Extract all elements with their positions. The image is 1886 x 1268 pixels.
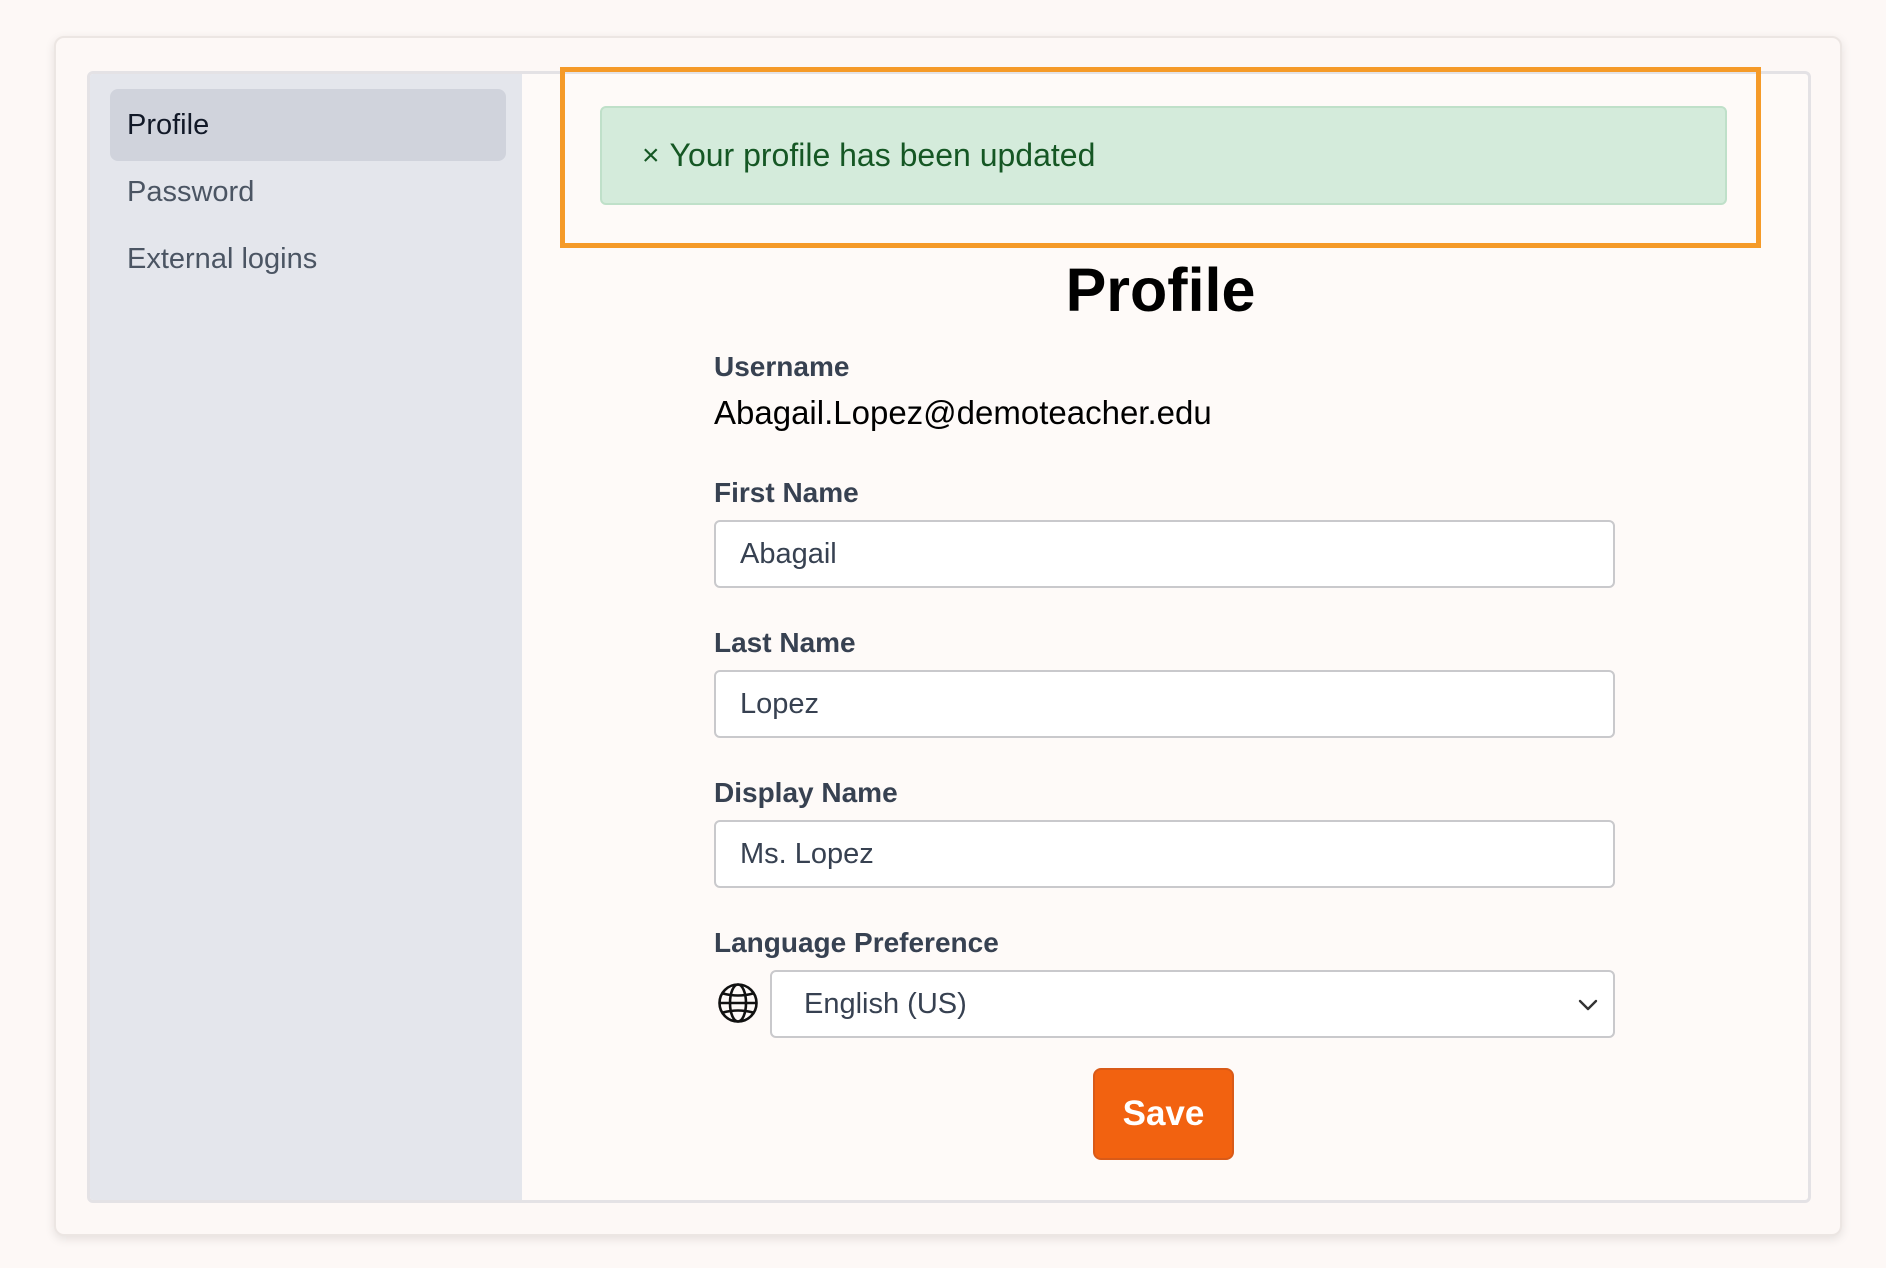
sidebar-item-label: Password xyxy=(127,176,255,208)
chevron-down-icon xyxy=(1578,999,1598,1011)
page-title: Profile xyxy=(1065,256,1256,324)
close-icon[interactable]: × xyxy=(642,139,660,173)
language-select[interactable]: English (US) xyxy=(770,970,1615,1038)
language-select-value: English (US) xyxy=(804,988,967,1020)
first-name-field[interactable] xyxy=(714,520,1615,588)
sidebar-item-password[interactable]: Password xyxy=(110,156,506,228)
display-name-field[interactable] xyxy=(714,820,1615,888)
language-label: Language Preference xyxy=(714,927,999,958)
globe-icon xyxy=(718,983,758,1023)
success-alert: × Your profile has been updated xyxy=(600,106,1727,205)
save-button[interactable]: Save xyxy=(1093,1068,1234,1160)
last-name-label: Last Name xyxy=(714,627,856,658)
sidebar-item-external-logins[interactable]: External logins xyxy=(110,223,506,295)
settings-sidebar: Profile Password External logins xyxy=(90,74,522,1200)
username-value: Abagail.Lopez@demoteacher.edu xyxy=(714,394,1212,431)
sidebar-item-label: External logins xyxy=(127,243,318,275)
alert-message: Your profile has been updated xyxy=(669,137,1096,173)
first-name-label: First Name xyxy=(714,477,859,508)
sidebar-item-label: Profile xyxy=(127,109,210,141)
sidebar-item-profile[interactable]: Profile xyxy=(110,89,506,161)
last-name-field[interactable] xyxy=(714,670,1615,738)
username-label: Username xyxy=(714,351,850,382)
display-name-label: Display Name xyxy=(714,777,898,808)
